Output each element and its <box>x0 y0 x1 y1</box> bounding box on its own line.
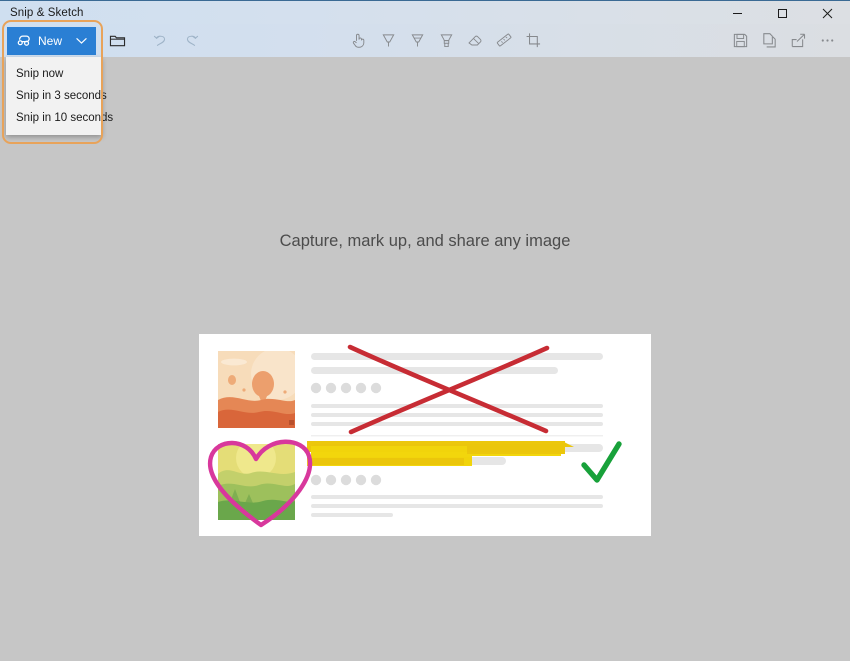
history-group <box>146 27 206 55</box>
touch-writing-button[interactable] <box>345 27 374 55</box>
more-options-button[interactable] <box>813 27 842 55</box>
maximize-button[interactable] <box>760 1 805 25</box>
annotation-tool-group <box>345 24 548 57</box>
hero-illustration-card <box>199 334 651 536</box>
menu-item-snip-3-seconds[interactable]: Snip in 3 seconds <box>6 85 107 107</box>
menu-item-snip-now[interactable]: Snip now <box>6 63 102 85</box>
save-disk-icon <box>733 33 748 48</box>
pencil-tool-button[interactable] <box>403 27 432 55</box>
crop-icon <box>526 33 541 48</box>
new-snip-dropdown-menu: Snip now Snip in 3 seconds Snip in 10 se… <box>6 57 113 135</box>
chevron-down-icon <box>75 37 87 44</box>
redo-button[interactable] <box>176 27 206 55</box>
hero-title: Capture, mark up, and share any image <box>279 232 571 250</box>
new-button-label: New <box>38 33 63 48</box>
window-controls <box>715 1 850 25</box>
close-icon <box>822 8 833 18</box>
menu-item-snip-10-seconds[interactable]: Snip in 10 seconds <box>6 107 113 129</box>
hero-illustration <box>207 344 622 528</box>
card-divider <box>311 435 603 437</box>
copy-button[interactable] <box>755 27 784 55</box>
canvas-area: Capture, mark up, and share any image <box>0 57 850 661</box>
copy-pages-icon <box>763 33 776 48</box>
close-button[interactable] <box>805 1 850 25</box>
open-file-button[interactable] <box>102 27 132 55</box>
share-button[interactable] <box>784 27 813 55</box>
crop-button[interactable] <box>519 27 548 55</box>
more-ellipsis-icon <box>821 39 834 42</box>
action-tool-group <box>726 24 842 57</box>
placeholder-text-top <box>310 353 603 426</box>
maximize-icon <box>778 8 787 18</box>
minimize-icon <box>733 12 742 14</box>
undo-arrow-icon <box>153 35 166 46</box>
highlighter-button[interactable] <box>432 27 461 55</box>
open-file-icon <box>109 35 125 47</box>
new-snip-button[interactable]: New <box>7 26 97 55</box>
ruler-button[interactable] <box>490 27 519 55</box>
minimize-button[interactable] <box>715 1 760 25</box>
ballpoint-pen-icon <box>382 34 395 47</box>
window-title: Snip & Sketch <box>10 6 84 19</box>
title-bar: Snip & Sketch <box>0 0 850 24</box>
new-snip-icon <box>17 35 30 46</box>
undo-button[interactable] <box>146 27 176 55</box>
snip-and-sketch-window: Snip & Sketch New Snip now Snip in 3 sec… <box>0 0 850 661</box>
eraser-icon <box>468 35 482 46</box>
highlighter-icon <box>440 34 453 48</box>
toolbar: New <box>0 24 850 57</box>
pencil-tool-icon <box>411 34 424 47</box>
ballpoint-pen-button[interactable] <box>374 27 403 55</box>
ruler-icon <box>496 33 512 47</box>
balloon-desert-thumbnail <box>218 351 295 428</box>
redo-arrow-icon <box>186 35 199 46</box>
save-button[interactable] <box>726 27 755 55</box>
share-arrow-icon <box>791 33 806 48</box>
new-button-chevron[interactable] <box>68 37 94 45</box>
yellow-highlight-markup <box>306 441 574 466</box>
eraser-button[interactable] <box>461 27 490 55</box>
touch-writing-icon <box>352 33 365 48</box>
